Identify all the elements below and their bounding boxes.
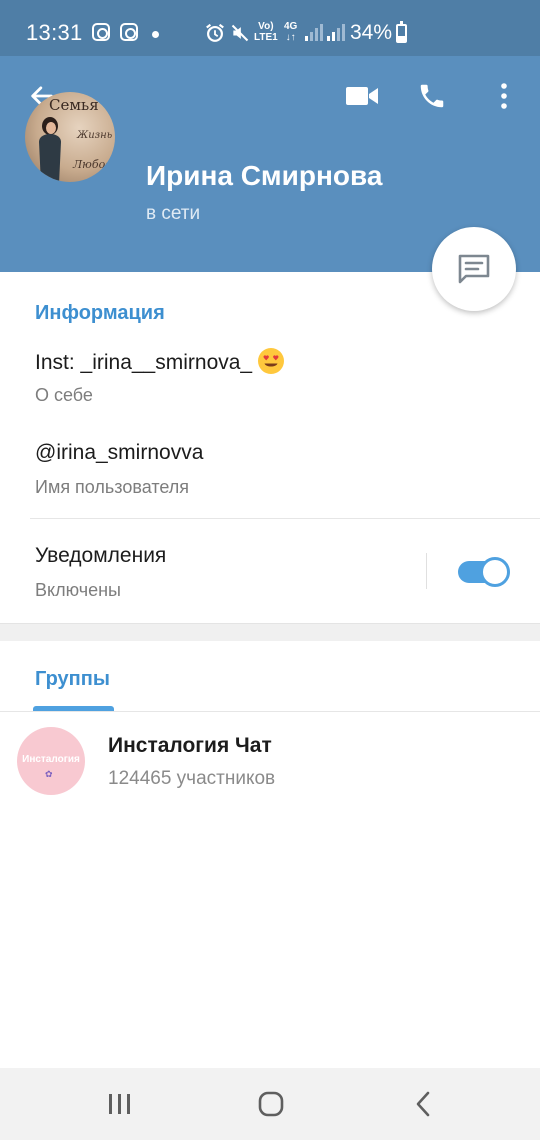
- toggle-knob: [480, 557, 510, 587]
- system-navigation-bar: [0, 1068, 540, 1140]
- recent-apps-icon: [109, 1094, 130, 1114]
- recent-apps-button[interactable]: [80, 1068, 160, 1140]
- signal-strength-icon: [305, 24, 323, 41]
- bio-text: Inst: _irina__smirnova_: [35, 351, 253, 374]
- instagram-notification-icon: [92, 23, 110, 41]
- notifications-toggle[interactable]: [458, 557, 510, 587]
- battery-icon: [396, 21, 407, 43]
- status-bar: 13:31 Vo) LTE1 4G ↓↑ 34%: [0, 0, 540, 56]
- network-type-indicator: 4G ↓↑: [284, 21, 298, 43]
- alarm-icon: [206, 23, 224, 42]
- send-message-button[interactable]: [432, 227, 516, 311]
- avatar-text: Семья: [49, 96, 99, 114]
- username-value[interactable]: @irina_smirnovva: [35, 441, 203, 465]
- home-button[interactable]: [231, 1068, 311, 1140]
- home-icon: [258, 1091, 284, 1117]
- info-section-title: Информация: [35, 302, 165, 324]
- group-members-count: 124465 участников: [108, 768, 276, 789]
- bio-value[interactable]: Inst: _irina__smirnova_: [35, 348, 285, 375]
- volte-indicator: Vo) LTE1: [254, 21, 278, 43]
- username-label: Имя пользователя: [35, 477, 190, 497]
- chevron-left-icon: [416, 1091, 430, 1117]
- notifications-label: Включены: [35, 580, 121, 600]
- group-name: Инсталогия Чат: [108, 734, 272, 757]
- instagram-notification-icon: [120, 23, 138, 41]
- signal-strength-icon: [327, 24, 345, 41]
- heart-eyes-emoji-icon: [258, 348, 285, 374]
- unicorn-icon: ✿: [45, 769, 53, 779]
- more-notifications-dot-icon: [152, 31, 159, 38]
- section-separator: [0, 623, 540, 641]
- tab-groups[interactable]: Группы: [35, 668, 110, 691]
- system-back-button[interactable]: [383, 1068, 463, 1140]
- group-avatar: Инсталогия ✿: [17, 727, 85, 795]
- divider: [426, 553, 427, 589]
- voice-call-button[interactable]: [410, 76, 454, 116]
- divider: [30, 518, 540, 519]
- avatar-text: Любовь: [73, 158, 115, 171]
- video-call-button[interactable]: [340, 76, 384, 116]
- message-icon: [458, 254, 490, 284]
- group-avatar-text: Инсталогия: [22, 754, 80, 765]
- battery-percent: 34%: [350, 21, 393, 44]
- bio-label: О себе: [35, 385, 93, 405]
- battery-level: [398, 35, 405, 41]
- status-time: 13:31: [26, 20, 83, 45]
- more-options-button[interactable]: [488, 76, 520, 116]
- mute-icon: [231, 24, 249, 42]
- profile-avatar[interactable]: Семья Жизнь Любовь: [25, 92, 115, 182]
- notifications-value[interactable]: Уведомления: [35, 544, 166, 568]
- avatar-person-figure: [39, 117, 61, 182]
- avatar-text: Жизнь: [77, 130, 113, 141]
- profile-name: Ирина Смирнова: [146, 160, 383, 191]
- phone-icon: [420, 84, 444, 108]
- divider: [0, 711, 540, 712]
- video-camera-icon: [346, 87, 378, 105]
- more-vertical-icon: [501, 83, 507, 109]
- online-status: в сети: [146, 203, 201, 224]
